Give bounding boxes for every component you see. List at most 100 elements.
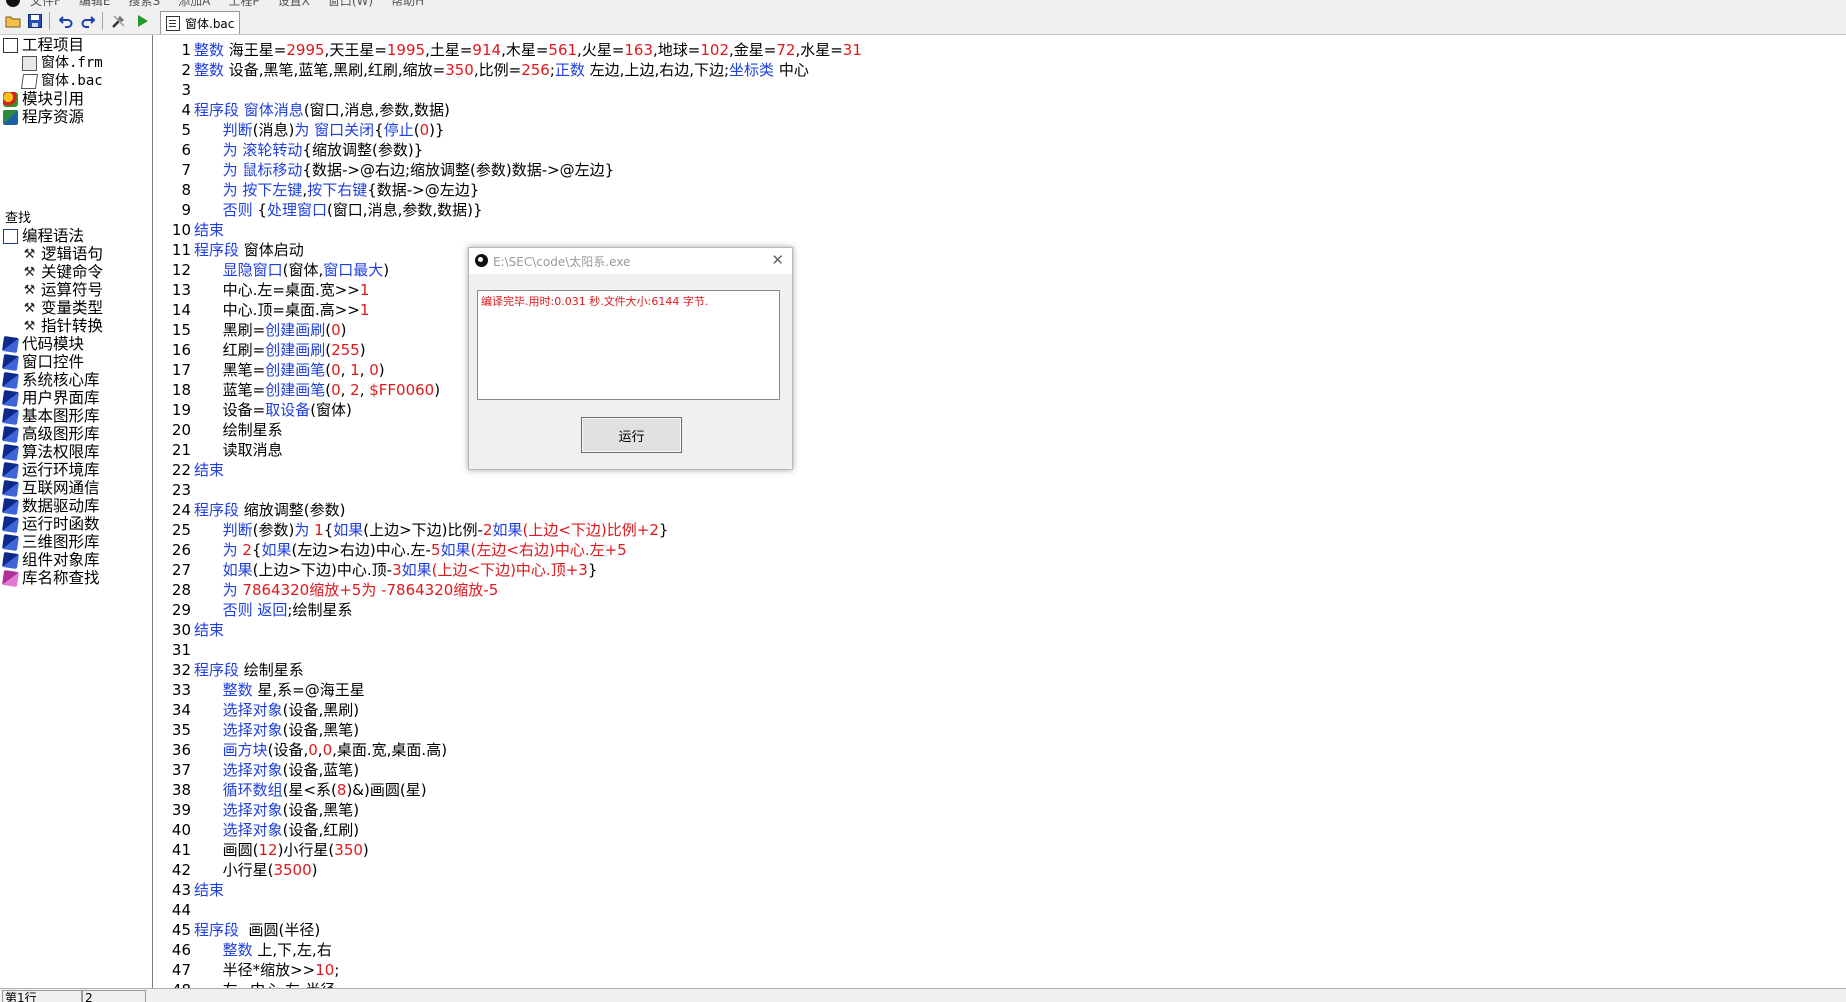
code-line[interactable]: 4 程序段 窗体消息(窗口,消息,参数,数据): [153, 100, 449, 120]
open-folder-icon[interactable]: [4, 12, 22, 30]
menu-project[interactable]: 工程P: [228, 0, 259, 8]
code-line[interactable]: 12 显隐窗口(窗体,窗口最大): [153, 260, 389, 280]
menu-add[interactable]: 添加A: [178, 0, 210, 8]
tree-library[interactable]: 运行环境库: [2, 461, 100, 479]
code-line[interactable]: 1 整数 海王星=2995,天王星=1995,土星=914,木星=561,火星=1…: [153, 40, 861, 60]
tree-module-ref[interactable]: 模块引用: [3, 90, 84, 108]
code-editor[interactable]: 1 整数 海王星=2995,天王星=1995,土星=914,木星=561,火星=1…: [153, 35, 1846, 988]
tree-library[interactable]: 互联网通信: [2, 479, 100, 497]
code-line[interactable]: 35 选择对象(设备,黑笔): [153, 720, 359, 740]
code-line[interactable]: 25 判断(参数)为 1{如果(上边>下边)比例-2如果(上边<下边)比例+2}: [153, 520, 669, 540]
code-line[interactable]: 17 黑笔=创建画笔(0, 1, 0): [153, 360, 385, 380]
line-number: 10: [171, 221, 191, 239]
code-line[interactable]: 41 画圆(12)小行星(350): [153, 840, 369, 860]
code-line[interactable]: 24 程序段 缩放调整(参数): [153, 500, 346, 520]
code-line[interactable]: 39 选择对象(设备,黑笔): [153, 800, 359, 820]
code-line[interactable]: 48 左=中心.左-半径: [153, 980, 335, 988]
program-window-titlebar[interactable]: E:\SEC\code\太阳系.exe ✕: [469, 248, 792, 274]
code-line[interactable]: 31: [153, 640, 191, 660]
tree-resources[interactable]: 程序资源: [3, 108, 84, 126]
tab-window-bac[interactable]: 窗体.bac: [160, 11, 240, 34]
menu-search[interactable]: 搜索S: [129, 0, 161, 8]
code-line[interactable]: 15 黑刷=创建画刷(0): [153, 320, 347, 340]
code-line[interactable]: 40 选择对象(设备,红刷): [153, 820, 359, 840]
menu-file[interactable]: 文件F: [30, 0, 61, 8]
code-line[interactable]: 33 整数 星,系=@海王星: [153, 680, 365, 700]
code-line[interactable]: 3: [153, 80, 191, 100]
code-line[interactable]: 30 结束: [153, 620, 224, 640]
tree-library[interactable]: 高级图形库: [2, 425, 100, 443]
run-icon[interactable]: [134, 12, 152, 30]
tree-syntax-item[interactable]: ⚒ 变量类型: [22, 299, 103, 317]
code-line[interactable]: 29 否则 返回;绘制星系: [153, 600, 353, 620]
run-button[interactable]: 运行: [581, 417, 682, 453]
code-line[interactable]: 8 为 按下左键,按下右键{数据->@左边}: [153, 180, 479, 200]
menu-help[interactable]: 帮助H: [391, 0, 424, 8]
code-line[interactable]: 28 为 7864320缩放+5为 -7864320缩放-5: [153, 580, 498, 600]
code-line[interactable]: 19 设备=取设备(窗体): [153, 400, 352, 420]
code-keyword: 滚轮转动: [242, 141, 303, 159]
tree-library[interactable]: 窗口控件: [2, 353, 84, 371]
code-line[interactable]: 21 读取消息: [153, 440, 283, 460]
menu-settings[interactable]: 设置X: [278, 0, 310, 8]
code-line[interactable]: 27 如果(上边>下边)中心.顶-3如果(上边<下边)中心.顶+3}: [153, 560, 597, 580]
code-keyword: 选择对象: [222, 721, 283, 739]
code-line[interactable]: 43 结束: [153, 880, 224, 900]
code-line[interactable]: 46 整数 上,下,左,右: [153, 940, 332, 960]
tree-library[interactable]: 组件对象库: [2, 551, 100, 569]
code-line[interactable]: 34 选择对象(设备,黑刷): [153, 700, 359, 720]
code-line[interactable]: 37 选择对象(设备,蓝笔): [153, 760, 359, 780]
code-line[interactable]: 9 否则 {处理窗口(窗口,消息,参数,数据)}: [153, 200, 482, 220]
tree-library[interactable]: 用户界面库: [2, 389, 100, 407]
code-line[interactable]: 6 为 滚轮转动{缩放调整(参数)}: [153, 140, 423, 160]
tree-library[interactable]: 数据驱动库: [2, 497, 100, 515]
code-line[interactable]: 11 程序段 窗体启动: [153, 240, 304, 260]
code-line[interactable]: 2 整数 设备,黑笔,蓝笔,黑刷,红刷,缩放=350,比例=256;正数 左边,上…: [153, 60, 808, 80]
code-line[interactable]: 26 为 2{如果(左边>右边)中心.左-5如果(左边<右边)中心.左+5: [153, 540, 627, 560]
tree-library[interactable]: 运行时函数: [2, 515, 100, 533]
undo-icon[interactable]: [57, 12, 75, 30]
code-line[interactable]: 32 程序段 绘制星系: [153, 660, 304, 680]
tree-library[interactable]: 基本图形库: [2, 407, 100, 425]
tree-syntax-item[interactable]: ⚒ 运算符号: [22, 281, 103, 299]
code-line[interactable]: 5 判断(消息)为 窗口关闭{停止(0)}: [153, 120, 444, 140]
tree-project[interactable]: 工程项目: [3, 36, 84, 54]
code-line[interactable]: 23: [153, 480, 191, 500]
code-line[interactable]: 42 小行星(3500): [153, 860, 318, 880]
code-line[interactable]: 38 循环数组(星<系(8)&)画圆(星): [153, 780, 427, 800]
build-tools-icon[interactable]: [110, 12, 128, 30]
tree-syntax-item[interactable]: ⚒ 关键命令: [22, 263, 103, 281]
tree-library[interactable]: 代码模块: [2, 335, 84, 353]
code-line[interactable]: 18 蓝笔=创建画笔(0, 2, $FF0060): [153, 380, 440, 400]
tree-file-bac[interactable]: 窗体.bac: [20, 72, 103, 90]
code-line[interactable]: 47 半径*缩放>>10;: [153, 960, 340, 980]
line-number: 11: [171, 241, 191, 259]
code-line[interactable]: 10 结束: [153, 220, 224, 240]
compile-output-box[interactable]: 编译完毕.用时:0.031 秒.文件大小:6144 字节.: [477, 290, 780, 400]
line-number: 12: [171, 261, 191, 279]
code-line[interactable]: 36 画方块(设备,0,0,桌面.宽,桌面.高): [153, 740, 447, 760]
redo-icon[interactable]: [79, 12, 97, 30]
tree-lib-search[interactable]: 库名称查找: [2, 569, 100, 587]
line-number: 35: [171, 721, 191, 739]
code-line[interactable]: 14 中心.顶=桌面.高>>1: [153, 300, 370, 320]
tree-library[interactable]: 三维图形库: [2, 533, 100, 551]
tree-library[interactable]: 系统核心库: [2, 371, 100, 389]
menu-edit[interactable]: 编辑E: [79, 0, 111, 8]
code-line[interactable]: 16 红刷=创建画刷(255): [153, 340, 366, 360]
close-icon[interactable]: ✕: [771, 251, 784, 269]
code-line[interactable]: 22 结束: [153, 460, 224, 480]
code-line[interactable]: 45 程序段 画圆(半径): [153, 920, 320, 940]
tree-library[interactable]: 算法权限库: [2, 443, 100, 461]
code-line[interactable]: 13 中心.左=桌面.宽>>1: [153, 280, 370, 300]
tree-syntax-item[interactable]: ⚒ 逻辑语句: [22, 245, 103, 263]
code-line[interactable]: 7 为 鼠标移动{数据->@右边;缩放调整(参数)数据->@左边}: [153, 160, 614, 180]
code-line[interactable]: 44: [153, 900, 191, 920]
tree-file-frm[interactable]: 窗体.frm: [22, 54, 103, 72]
tree-syntax[interactable]: 编程语法: [3, 227, 84, 245]
code-line[interactable]: 20 绘制星系: [153, 420, 283, 440]
tree-syntax-item[interactable]: ⚒ 指针转换: [22, 317, 103, 335]
menu-window[interactable]: 窗口(W): [328, 0, 373, 8]
save-icon[interactable]: [26, 12, 44, 30]
